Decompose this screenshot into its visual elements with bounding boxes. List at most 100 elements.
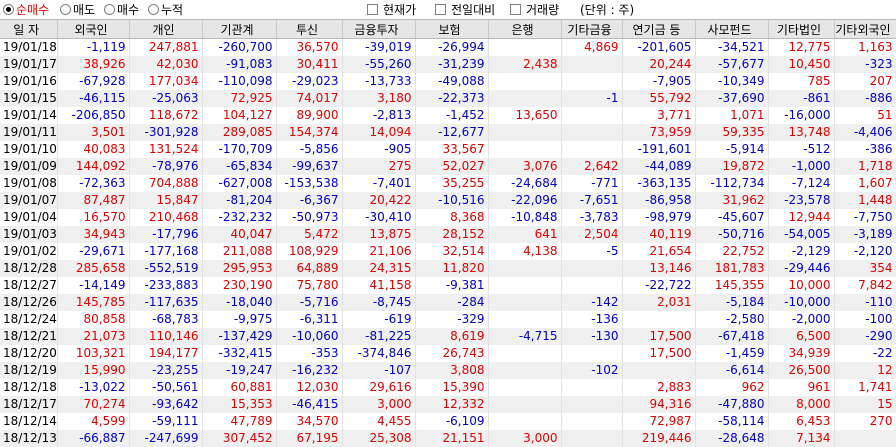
- value-cell: -5,716: [276, 294, 342, 311]
- value-cell: 8,368: [415, 209, 488, 226]
- value-cell: -353: [276, 345, 342, 362]
- column-header[interactable]: 일 자: [0, 20, 57, 39]
- value-cell: 30,411: [276, 56, 342, 73]
- radio-cumulative-indicator[interactable]: [148, 4, 159, 15]
- table-row[interactable]: 19/01/09144,092-78,976-65,834-99,6372755…: [0, 158, 896, 175]
- value-cell: -6,614: [695, 362, 768, 379]
- radio-sell[interactable]: 매도: [60, 1, 95, 18]
- table-row[interactable]: 19/01/02-29,671-177,168211,088108,92921,…: [0, 243, 896, 260]
- value-cell: -59,111: [129, 413, 202, 430]
- column-header[interactable]: 기관계: [202, 20, 276, 39]
- value-cell: -22,373: [415, 90, 488, 107]
- column-header[interactable]: 기타외국인: [834, 20, 896, 39]
- unit-label: (단위 : 주): [580, 1, 634, 18]
- table-row[interactable]: 18/12/144,599-59,11147,78934,5704,455-6,…: [0, 413, 896, 430]
- check-prev-day[interactable]: 전일대비: [435, 1, 495, 18]
- value-cell: 11,820: [415, 260, 488, 277]
- table-row[interactable]: 18/12/27-14,149-233,883230,19075,78041,1…: [0, 277, 896, 294]
- value-cell: -136: [561, 311, 622, 328]
- table-row[interactable]: 19/01/0787,48715,847-81,204-6,36720,422-…: [0, 192, 896, 209]
- date-cell: 19/01/03: [0, 226, 57, 243]
- table-row[interactable]: 18/12/2480,858-68,783-9,975-6,311-619-32…: [0, 311, 896, 328]
- value-cell: 21,073: [57, 328, 129, 345]
- check-volume[interactable]: 거래량: [510, 1, 559, 18]
- value-cell: -12,677: [415, 124, 488, 141]
- column-header[interactable]: 은행: [488, 20, 561, 39]
- check-volume-box[interactable]: [510, 4, 521, 15]
- table-row[interactable]: 18/12/26145,785-117,635-18,040-5,716-8,7…: [0, 294, 896, 311]
- column-header[interactable]: 기타금융: [561, 20, 622, 39]
- date-cell: 18/12/19: [0, 362, 57, 379]
- column-header[interactable]: 기타법인: [768, 20, 834, 39]
- column-header[interactable]: 연기금 등: [622, 20, 695, 39]
- column-header[interactable]: 사모펀드: [695, 20, 768, 39]
- value-cell: 1,607: [834, 175, 896, 192]
- value-cell: 3,000: [342, 396, 415, 413]
- table-row[interactable]: 18/12/2121,073110,146-137,429-10,060-81,…: [0, 328, 896, 345]
- table-row[interactable]: 19/01/0334,943-17,79640,0475,47213,87528…: [0, 226, 896, 243]
- value-cell: -22: [834, 345, 896, 362]
- column-header[interactable]: 외국인: [57, 20, 129, 39]
- value-cell: -72,363: [57, 175, 129, 192]
- value-cell: 110,146: [129, 328, 202, 345]
- value-cell: -329: [415, 311, 488, 328]
- column-header[interactable]: 보험: [415, 20, 488, 39]
- value-cell: -7,401: [342, 175, 415, 192]
- date-cell: 19/01/04: [0, 209, 57, 226]
- table-row[interactable]: 19/01/16-67,928177,034-110,098-29,023-13…: [0, 73, 896, 90]
- radio-cumulative[interactable]: 누적: [148, 1, 183, 18]
- value-cell: 13,146: [622, 260, 695, 277]
- radio-buy[interactable]: 매수: [104, 1, 139, 18]
- table-row[interactable]: 19/01/1738,92642,030-91,08330,411-55,260…: [0, 56, 896, 73]
- value-cell: -512: [768, 141, 834, 158]
- table-row[interactable]: 19/01/113,501-301,928289,085154,37414,09…: [0, 124, 896, 141]
- table-row[interactable]: 19/01/08-72,363704,888-627,008-153,538-7…: [0, 175, 896, 192]
- table-row[interactable]: 18/12/20103,321194,177-332,415-353-374,8…: [0, 345, 896, 362]
- column-header[interactable]: 개인: [129, 20, 202, 39]
- value-cell: -6,367: [276, 192, 342, 209]
- value-cell: 3,501: [57, 124, 129, 141]
- table-row[interactable]: 18/12/18-13,022-50,56160,88112,03029,616…: [0, 379, 896, 396]
- table-row[interactable]: 18/12/28285,658-552,519295,95364,88924,3…: [0, 260, 896, 277]
- value-cell: -30,410: [342, 209, 415, 226]
- radio-net-buy[interactable]: 순매수: [3, 1, 49, 18]
- value-cell: 4,455: [342, 413, 415, 430]
- value-cell: 70,274: [57, 396, 129, 413]
- table-row[interactable]: 19/01/14-206,850118,672104,12789,900-2,8…: [0, 107, 896, 124]
- table-row[interactable]: 19/01/0416,570210,468-232,232-50,973-30,…: [0, 209, 896, 226]
- value-cell: 21,106: [342, 243, 415, 260]
- radio-net-buy-indicator[interactable]: [3, 4, 14, 15]
- check-current-price[interactable]: 현재가: [367, 1, 416, 18]
- column-header[interactable]: 금융투자: [342, 20, 415, 39]
- table-row[interactable]: 19/01/18-1,119247,881-260,70036,570-39,0…: [0, 39, 896, 57]
- radio-sell-indicator[interactable]: [60, 4, 71, 15]
- value-cell: 103,321: [57, 345, 129, 362]
- value-cell: 4,599: [57, 413, 129, 430]
- table-row[interactable]: 18/12/13-66,887-247,699307,45267,19525,3…: [0, 430, 896, 447]
- value-cell: -16,232: [276, 362, 342, 379]
- value-cell: 14,094: [342, 124, 415, 141]
- column-header[interactable]: 투신: [276, 20, 342, 39]
- value-cell: -170,709: [202, 141, 276, 158]
- check-prev-day-box[interactable]: [435, 4, 446, 15]
- value-cell: 8,619: [415, 328, 488, 345]
- value-cell: 60,881: [202, 379, 276, 396]
- value-cell: 962: [695, 379, 768, 396]
- check-current-price-box[interactable]: [367, 4, 378, 15]
- value-cell: -81,204: [202, 192, 276, 209]
- value-cell: [561, 56, 622, 73]
- value-cell: 80,858: [57, 311, 129, 328]
- radio-net-buy-label: 순매수: [16, 1, 49, 18]
- value-cell: 33,567: [415, 141, 488, 158]
- value-cell: -98,979: [622, 209, 695, 226]
- radio-buy-indicator[interactable]: [104, 4, 115, 15]
- radio-cumulative-label: 누적: [161, 1, 183, 18]
- value-cell: [488, 90, 561, 107]
- table-row[interactable]: 18/12/1915,990-23,255-19,247-16,232-1073…: [0, 362, 896, 379]
- table-row[interactable]: 18/12/1770,274-93,64215,353-46,4153,0001…: [0, 396, 896, 413]
- table-row[interactable]: 19/01/15-46,115-25,06372,92574,0173,180-…: [0, 90, 896, 107]
- value-cell: [622, 362, 695, 379]
- value-cell: 17,500: [622, 345, 695, 362]
- value-cell: 12,332: [415, 396, 488, 413]
- table-row[interactable]: 19/01/1040,083131,524-170,709-5,856-9053…: [0, 141, 896, 158]
